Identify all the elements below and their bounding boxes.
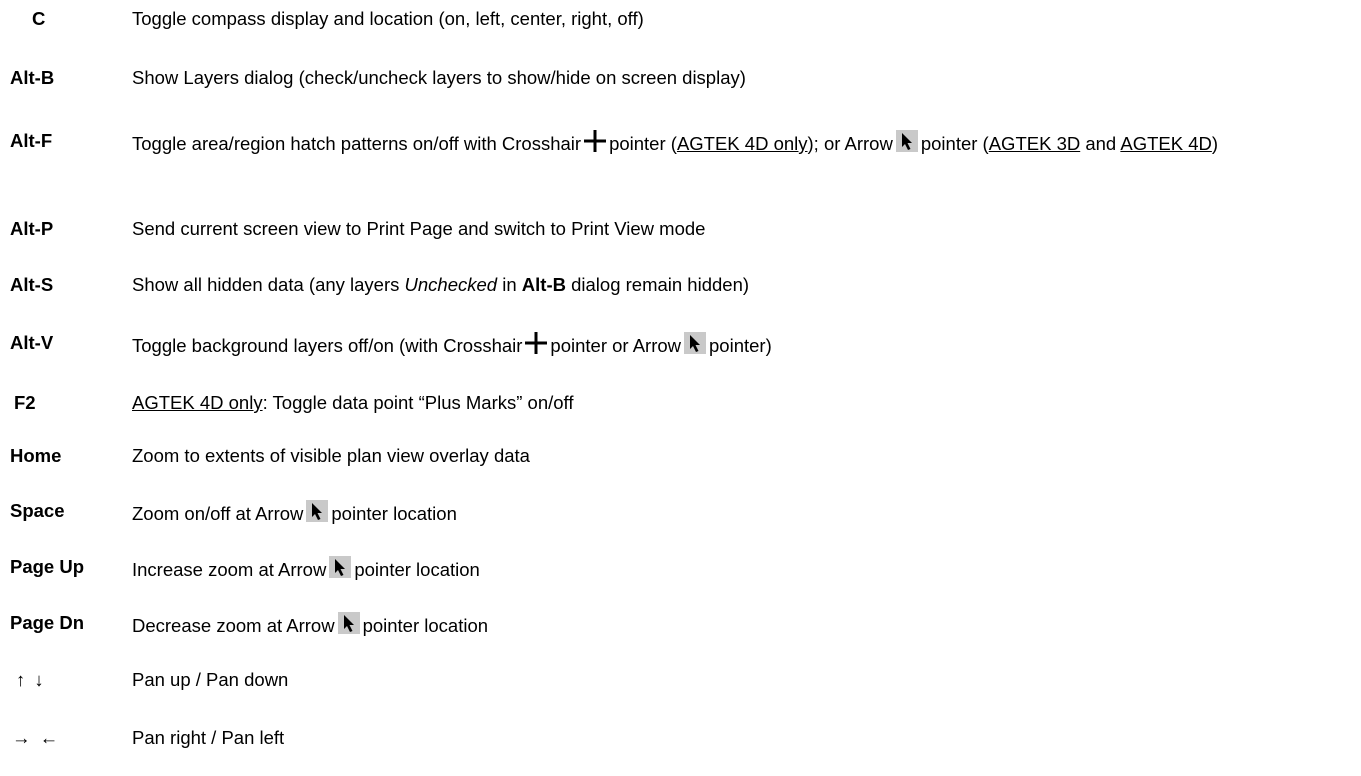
shortcut-description: Pan right / Pan left <box>132 727 285 748</box>
agtek-4d-link: AGTEK 4D <box>1120 133 1212 154</box>
up-down-arrow-keys: ↑ ↓ <box>16 669 46 690</box>
desc-text: pointer) <box>709 335 772 356</box>
shortcut-key: Home <box>10 445 62 466</box>
arrow-pointer-icon <box>895 130 918 152</box>
shortcut-description: Show Layers dialog (check/uncheck layers… <box>132 67 746 88</box>
desc-text: and <box>1080 133 1121 154</box>
shortcut-key: Space <box>10 500 65 521</box>
shortcut-key: Page Up <box>10 556 85 577</box>
shortcut-description: Show all hidden data (any layers Uncheck… <box>132 274 1349 295</box>
desc-text: pointer or Arrow <box>550 335 682 356</box>
shortcut-key: Alt-S <box>10 274 54 295</box>
desc-text: Increase zoom at Arrow <box>132 559 327 580</box>
shortcut-description: Pan up / Pan down <box>132 669 289 690</box>
shortcut-key: Alt-F <box>10 130 53 151</box>
desc-text: pointer location <box>362 615 489 636</box>
shortcut-description: Toggle background layers off/on (with Cr… <box>132 332 1349 356</box>
arrow-pointer-icon <box>337 612 360 634</box>
agtek-3d-link: AGTEK 3D <box>988 133 1081 154</box>
agtek-4d-only-link: AGTEK 4D only <box>676 133 808 154</box>
desc-text: pointer location <box>331 503 457 524</box>
arrow-pointer-icon <box>684 332 707 354</box>
unchecked-emphasis: Unchecked <box>404 274 498 295</box>
desc-text: Toggle area/region hatch patterns on/off… <box>132 133 582 154</box>
crosshair-pointer-icon <box>525 332 548 354</box>
crosshair-pointer-icon <box>584 130 607 152</box>
arrow-pointer-icon <box>329 556 352 578</box>
shortcut-description: Decrease zoom at Arrow pointer location <box>132 612 1349 636</box>
shortcut-description: Toggle area/region hatch patterns on/off… <box>132 130 1349 154</box>
shortcut-description: Zoom on/off at Arrow pointer location <box>132 500 1349 524</box>
desc-text: pointer location <box>354 559 480 580</box>
shortcut-key: Alt-V <box>10 332 54 353</box>
desc-text: dialog remain hidden) <box>565 274 750 295</box>
desc-text: Decrease zoom at Arrow <box>132 615 335 636</box>
shortcut-description: Toggle compass display and location (on,… <box>132 8 644 29</box>
shortcut-description: Send current screen view to Print Page a… <box>132 218 706 239</box>
shortcut-key: Page Dn <box>10 612 85 633</box>
right-left-arrow-keys: → ← <box>12 727 61 748</box>
arrow-pointer-icon <box>306 500 329 522</box>
desc-text: pointer ( <box>609 133 677 154</box>
shortcut-description: Zoom to extents of visible plan view ove… <box>132 445 530 466</box>
desc-text: in <box>497 274 522 295</box>
desc-text: : Toggle data point “Plus Marks” on/off <box>262 392 574 413</box>
desc-text: Show all hidden data (any layers <box>132 274 405 295</box>
shortcut-key: F2 <box>14 392 36 413</box>
shortcut-key: C <box>32 8 46 29</box>
shortcut-description: Increase zoom at Arrow pointer location <box>132 556 1349 580</box>
desc-text: ) <box>1211 133 1219 154</box>
shortcut-key: Alt-B <box>10 67 55 88</box>
desc-text: pointer ( <box>920 133 989 154</box>
shortcut-key: Alt-P <box>10 218 54 239</box>
agtek-4d-only-link: AGTEK 4D only <box>132 392 263 413</box>
shortcut-description: AGTEK 4D only: Toggle data point “Plus M… <box>132 392 1349 413</box>
desc-text: Toggle background layers off/on (with Cr… <box>132 335 523 356</box>
desc-text: ); or Arrow <box>807 133 893 154</box>
alt-b-reference: Alt-B <box>521 274 566 295</box>
desc-text: Zoom on/off at Arrow <box>132 503 304 524</box>
